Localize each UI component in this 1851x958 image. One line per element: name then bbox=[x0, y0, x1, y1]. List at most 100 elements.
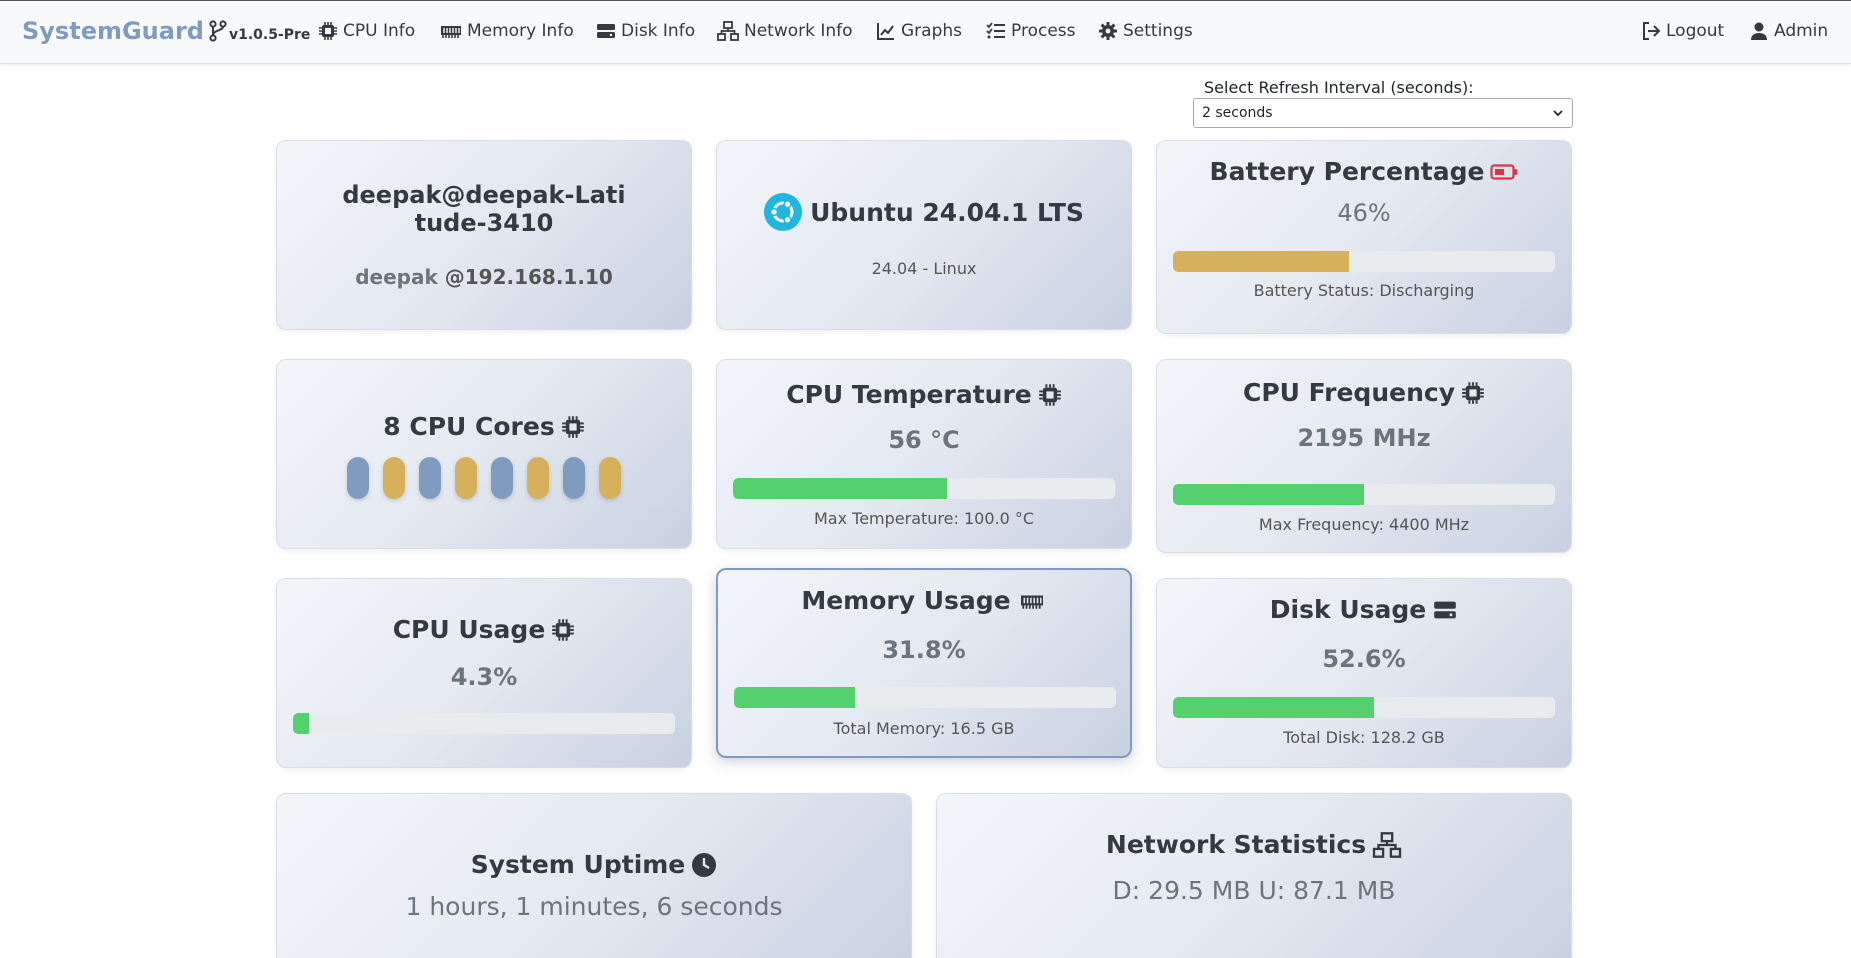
battery-bar bbox=[1173, 251, 1555, 272]
cpu-core-indicator bbox=[347, 457, 369, 499]
chip-icon bbox=[319, 22, 337, 40]
battery-bar-fill bbox=[1173, 251, 1349, 272]
cpu-usage-bar-fill bbox=[293, 713, 310, 734]
brand-name: SystemGuard bbox=[22, 17, 204, 45]
memory-bar bbox=[734, 687, 1116, 708]
cpu-temp-bar bbox=[733, 478, 1115, 499]
network-card: Network Statistics D: 29.5 MB U: 87.1 MB bbox=[936, 793, 1572, 958]
nav-network-info[interactable]: Network Info bbox=[717, 21, 853, 41]
cpu-temp-max: Max Temperature: 100.0 °C bbox=[813, 509, 1035, 528]
cpu-usage-title-wrap: CPU Usage bbox=[393, 615, 576, 644]
cpu-temp-bar-fill bbox=[733, 478, 947, 499]
os-title-row: Ubuntu 24.04.1 LTS bbox=[717, 193, 1131, 231]
cpu-frequency-card: CPU Frequency 2195 MHz Max Frequency: 44… bbox=[1156, 359, 1572, 553]
chevron-down-icon bbox=[1553, 110, 1563, 117]
cpu-usage-value: 4.3% bbox=[450, 663, 518, 691]
cpu-temp-title-wrap: CPU Temperature bbox=[786, 380, 1062, 409]
nav-memory-info-label: Memory Info bbox=[467, 21, 574, 41]
disk-value: 52.6% bbox=[1322, 645, 1406, 673]
battery-status: Battery Status: Discharging bbox=[1253, 281, 1475, 300]
nav-graphs[interactable]: Graphs bbox=[876, 21, 962, 41]
network-icon bbox=[717, 21, 739, 41]
cpu-temp-title: CPU Temperature bbox=[786, 380, 1032, 409]
user-menu[interactable]: Admin bbox=[1749, 21, 1828, 41]
battery-title-wrap: Battery Percentage bbox=[1210, 157, 1519, 186]
cpu-freq-title-row: CPU Frequency bbox=[1157, 378, 1571, 407]
host-address: deepak @192.168.1.10 bbox=[277, 265, 691, 289]
cpu-freq-bar bbox=[1173, 484, 1555, 505]
version-label: v1.0.5-Pre bbox=[228, 27, 311, 43]
cpu-usage-title: CPU Usage bbox=[392, 615, 546, 644]
cpu-cores-row bbox=[277, 457, 691, 499]
battery-title-row: Battery Percentage bbox=[1157, 157, 1571, 186]
battery-card: Battery Percentage 46% Battery Status: D… bbox=[1156, 140, 1572, 334]
brand-link[interactable]: SystemGuard v1.0.5-Pre bbox=[22, 17, 310, 45]
memory-icon bbox=[1020, 595, 1043, 609]
memory-value: 31.8% bbox=[882, 636, 966, 664]
memory-title-row: Memory Usage bbox=[718, 586, 1130, 615]
refresh-interval-select[interactable]: 2 seconds bbox=[1193, 98, 1573, 128]
cpu-freq-max: Max Frequency: 4400 MHz bbox=[1258, 515, 1470, 534]
cpu-usage-bar bbox=[293, 713, 675, 734]
disk-usage-card: Disk Usage 52.6% Total Disk: 128.2 GB bbox=[1156, 578, 1572, 768]
network-title-wrap: Network Statistics bbox=[1106, 830, 1402, 859]
top-navbar: SystemGuard v1.0.5-Pre CPU Info Memory I… bbox=[0, 0, 1851, 64]
cpu-freq-value: 2195 MHz bbox=[1297, 424, 1431, 452]
cpu-temp-value: 56 °C bbox=[888, 426, 960, 454]
refresh-interval-label: Select Refresh Interval (seconds): bbox=[1204, 78, 1474, 97]
cpu-core-indicator bbox=[527, 457, 549, 499]
uptime-title-wrap: System Uptime bbox=[471, 850, 718, 879]
memory-bar-fill bbox=[734, 687, 856, 708]
network-title: Network Statistics bbox=[1105, 830, 1367, 859]
uptime-title: System Uptime bbox=[470, 850, 686, 879]
memory-total: Total Memory: 16.5 GB bbox=[833, 719, 1015, 738]
logout-link[interactable]: Logout bbox=[1641, 21, 1724, 41]
nav-network-info-label: Network Info bbox=[744, 21, 853, 41]
memory-title: Memory Usage bbox=[801, 586, 1011, 615]
hdd-icon bbox=[1434, 601, 1457, 618]
list-check-icon bbox=[986, 22, 1005, 39]
hostname: deepak@deepak-Latitude-3410 bbox=[342, 181, 626, 237]
network-title-row: Network Statistics bbox=[937, 830, 1571, 859]
battery-half-icon bbox=[1490, 163, 1518, 180]
nav-cpu-info-label: CPU Info bbox=[343, 21, 416, 41]
cpu-freq-bar-fill bbox=[1173, 484, 1364, 505]
cpu-usage-title-row: CPU Usage bbox=[277, 615, 691, 644]
os-detail: 24.04 - Linux bbox=[871, 259, 977, 278]
cpu-temp-title-row: CPU Temperature bbox=[717, 380, 1131, 409]
nav-process[interactable]: Process bbox=[986, 21, 1076, 41]
uptime-value: 1 hours, 1 minutes, 6 seconds bbox=[405, 892, 783, 921]
host-user: deepak bbox=[355, 265, 438, 289]
logout-icon bbox=[1643, 22, 1661, 40]
uptime-title-row: System Uptime bbox=[277, 850, 911, 879]
memory-icon bbox=[441, 26, 461, 38]
cpu-core-indicator bbox=[563, 457, 585, 499]
cores-title-row: 8 CPU Cores bbox=[277, 412, 691, 441]
chip-icon bbox=[1462, 381, 1484, 404]
cpu-core-indicator bbox=[419, 457, 441, 499]
nav-disk-info[interactable]: Disk Info bbox=[596, 21, 695, 41]
cores-title-wrap: 8 CPU Cores bbox=[383, 412, 584, 441]
cpu-freq-title-wrap: CPU Frequency bbox=[1243, 378, 1485, 407]
nav-graphs-label: Graphs bbox=[901, 21, 963, 41]
memory-title-wrap: Memory Usage bbox=[801, 586, 1046, 615]
cpu-freq-title: CPU Frequency bbox=[1243, 378, 1455, 407]
gear-icon bbox=[1099, 22, 1117, 40]
nav-settings-label: Settings bbox=[1123, 21, 1193, 41]
disk-bar bbox=[1173, 697, 1555, 718]
code-branch-icon bbox=[209, 20, 227, 42]
memory-usage-card[interactable]: Memory Usage 31.8% Total Memory: 16.5 GB bbox=[716, 568, 1132, 758]
nav-settings[interactable]: Settings bbox=[1098, 21, 1193, 41]
nav-cpu-info[interactable]: CPU Info bbox=[318, 21, 415, 41]
ubuntu-icon bbox=[764, 193, 803, 231]
cpu-core-indicator bbox=[455, 457, 477, 499]
chip-icon bbox=[1038, 383, 1061, 406]
cpu-cores-title: 8 CPU Cores bbox=[383, 412, 555, 441]
nav-memory-info[interactable]: Memory Info bbox=[440, 21, 574, 41]
disk-total: Total Disk: 128.2 GB bbox=[1283, 728, 1445, 747]
user-icon bbox=[1751, 22, 1767, 40]
disk-title: Disk Usage bbox=[1269, 595, 1427, 624]
user-label: Admin bbox=[1774, 21, 1829, 41]
cpu-core-indicator bbox=[491, 457, 513, 499]
chip-icon bbox=[552, 618, 575, 641]
